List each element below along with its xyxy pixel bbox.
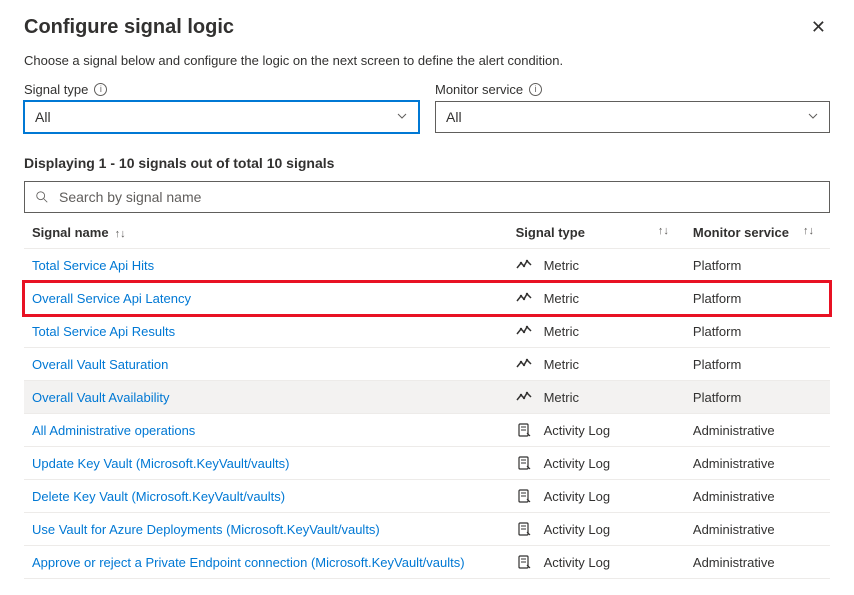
- page-title: Configure signal logic: [24, 16, 234, 39]
- signal-name-link[interactable]: Overall Vault Saturation: [32, 357, 168, 372]
- table-row[interactable]: Total Service Api Results Metric Platform: [24, 315, 830, 348]
- search-input[interactable]: [57, 188, 819, 206]
- sort-icon: ↑↓: [115, 228, 126, 240]
- signal-type-dropdown[interactable]: All: [24, 101, 419, 133]
- col-signal-type[interactable]: Signal type↑↓: [508, 215, 685, 249]
- signal-type-value: All: [35, 109, 51, 125]
- metric-icon: [516, 356, 532, 372]
- chevron-down-icon: [807, 110, 819, 125]
- activity-log-icon: [516, 422, 532, 438]
- search-icon: [35, 190, 49, 204]
- activity-log-icon: [516, 455, 532, 471]
- activity-log-icon: [516, 488, 532, 504]
- signal-type-text: Metric: [544, 390, 579, 405]
- activity-log-icon: [516, 554, 532, 570]
- table-row[interactable]: Delete Key Vault (Microsoft.KeyVault/vau…: [24, 480, 830, 513]
- col-signal-name[interactable]: Signal name↑↓: [24, 215, 508, 249]
- signal-name-link[interactable]: Use Vault for Azure Deployments (Microso…: [32, 522, 380, 537]
- table-row[interactable]: Use Vault for Azure Deployments (Microso…: [24, 513, 830, 546]
- sort-icon: ↑↓: [803, 225, 814, 237]
- signal-type-text: Metric: [544, 324, 579, 339]
- monitor-service-text: Administrative: [685, 447, 830, 480]
- signal-type-label: Signal type i: [24, 82, 419, 97]
- subtitle-text: Choose a signal below and configure the …: [24, 53, 830, 68]
- monitor-service-text: Platform: [685, 282, 830, 315]
- signal-name-link[interactable]: Update Key Vault (Microsoft.KeyVault/vau…: [32, 456, 289, 471]
- signal-name-link[interactable]: Overall Vault Availability: [32, 390, 170, 405]
- table-row[interactable]: Overall Vault Saturation Metric Platform: [24, 348, 830, 381]
- metric-icon: [516, 257, 532, 273]
- monitor-service-label: Monitor service i: [435, 82, 830, 97]
- metric-icon: [516, 290, 532, 306]
- metric-icon: [516, 323, 532, 339]
- signal-type-text: Activity Log: [544, 522, 610, 537]
- table-row[interactable]: Overall Service Api Latency Metric Platfor…: [24, 282, 830, 315]
- table-row[interactable]: Update Key Vault (Microsoft.KeyVault/vau…: [24, 447, 830, 480]
- monitor-service-text: Administrative: [685, 414, 830, 447]
- signal-name-link[interactable]: Delete Key Vault (Microsoft.KeyVault/vau…: [32, 489, 285, 504]
- monitor-service-dropdown[interactable]: All: [435, 101, 830, 133]
- monitor-service-text: Platform: [685, 249, 830, 282]
- close-icon[interactable]: ✕: [807, 16, 830, 38]
- signal-type-text: Activity Log: [544, 423, 610, 438]
- table-row[interactable]: Total Service Api Hits Metric Platform: [24, 249, 830, 282]
- activity-log-icon: [516, 521, 532, 537]
- monitor-service-text: Platform: [685, 348, 830, 381]
- table-row[interactable]: All Administrative operations Activity Lo…: [24, 414, 830, 447]
- signal-name-link[interactable]: All Administrative operations: [32, 423, 195, 438]
- metric-icon: [516, 389, 532, 405]
- info-icon[interactable]: i: [529, 83, 542, 96]
- signal-type-text: Activity Log: [544, 555, 610, 570]
- result-count: Displaying 1 - 10 signals out of total 1…: [24, 155, 830, 171]
- monitor-service-text: Platform: [685, 315, 830, 348]
- sort-icon: ↑↓: [658, 225, 669, 237]
- chevron-down-icon: [396, 110, 408, 125]
- search-input-wrapper[interactable]: [24, 181, 830, 213]
- signal-type-text: Activity Log: [544, 456, 610, 471]
- signal-name-link[interactable]: Overall Service Api Latency: [32, 291, 191, 306]
- signal-type-text: Activity Log: [544, 489, 610, 504]
- monitor-service-text: Administrative: [685, 513, 830, 546]
- monitor-service-text: Administrative: [685, 480, 830, 513]
- table-row[interactable]: Overall Vault Availability Metric Platform: [24, 381, 830, 414]
- signal-type-text: Metric: [544, 357, 579, 372]
- monitor-service-text: Platform: [685, 381, 830, 414]
- signal-name-link[interactable]: Approve or reject a Private Endpoint con…: [32, 555, 465, 570]
- col-monitor-service[interactable]: Monitor service↑↓: [685, 215, 830, 249]
- signal-name-link[interactable]: Total Service Api Hits: [32, 258, 154, 273]
- signal-name-link[interactable]: Total Service Api Results: [32, 324, 175, 339]
- monitor-service-value: All: [446, 109, 462, 125]
- signal-type-text: Metric: [544, 291, 579, 306]
- signal-type-text: Metric: [544, 258, 579, 273]
- info-icon[interactable]: i: [94, 83, 107, 96]
